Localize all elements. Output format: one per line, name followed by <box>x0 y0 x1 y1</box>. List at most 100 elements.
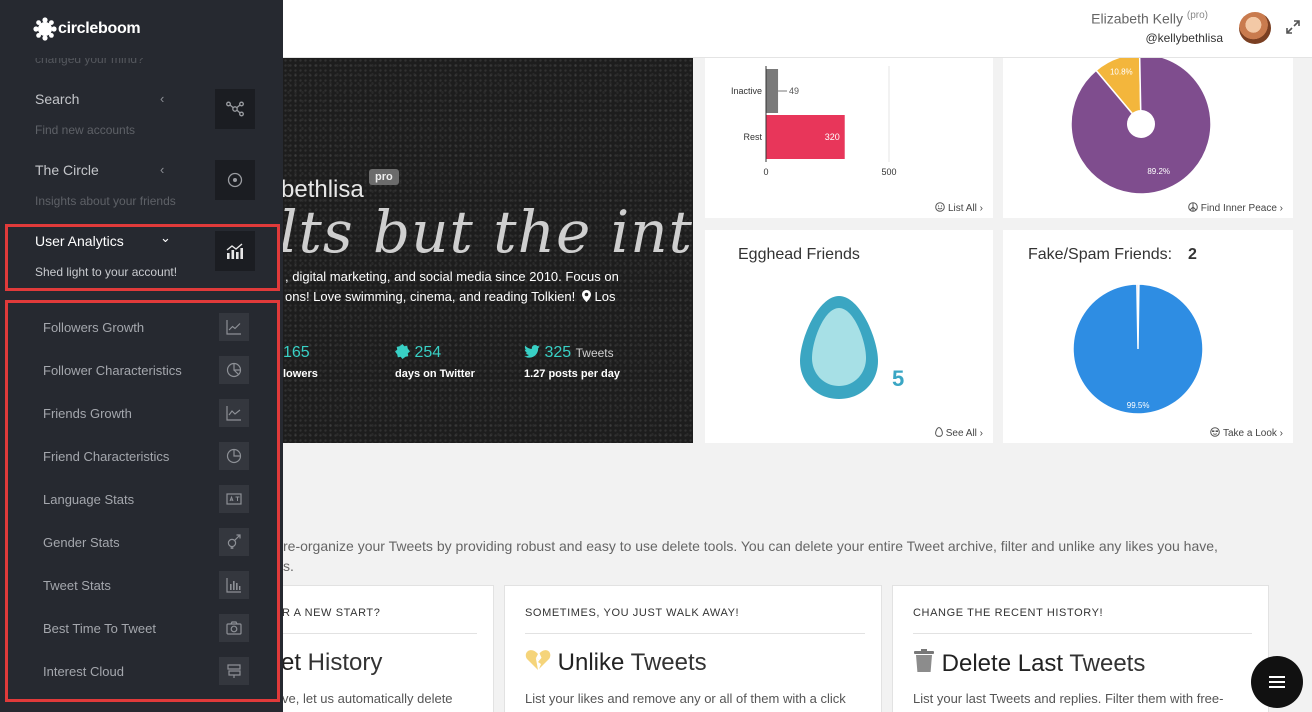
tool-desc: ve, let us automatically delete <box>283 691 453 706</box>
spam-slice-label: 99.5% <box>1127 401 1150 410</box>
egg-small-icon <box>935 427 943 437</box>
target-icon[interactable] <box>215 160 255 200</box>
tool-title-bold: Unlike <box>557 649 625 676</box>
days-count-row: 254 <box>395 344 475 362</box>
peace-slice-label: 10.8% <box>1110 68 1133 77</box>
trash-icon <box>914 649 934 672</box>
pie-center-hole <box>1127 110 1155 138</box>
expand-icon[interactable] <box>1286 20 1300 34</box>
sidebar: changed your mind? circleboom Search ‹ F… <box>0 0 283 712</box>
divider <box>525 633 865 634</box>
pro-tag: (pro) <box>1186 10 1208 21</box>
bar-value-label: 320 <box>825 132 840 142</box>
menu-search-title[interactable]: Search <box>35 91 79 107</box>
user-name-text[interactable]: Elizabeth Kelly <box>1091 11 1183 27</box>
tool-card-delete-history[interactable]: R A NEW START? et History ve, let us aut… <box>283 585 494 712</box>
broken-heart-icon <box>525 650 551 670</box>
tweets-count-row: 325 Tweets <box>524 344 620 362</box>
location-pin-icon <box>581 290 591 302</box>
tool-title-rest: Tweets <box>1063 650 1146 677</box>
menu-circle-subtitle: Insights about your friends <box>35 194 176 208</box>
take-a-look-label[interactable]: Take a Look <box>1223 428 1277 439</box>
tweets-count: 325 <box>544 344 572 361</box>
menu-search-subtitle: Find new accounts <box>35 123 136 137</box>
tools-description: re-organize your Tweets by providing rob… <box>283 536 1263 576</box>
tool-desc: List your likes and remove any or all of… <box>525 691 846 706</box>
spam-slice-1 <box>1072 283 1204 415</box>
avatar[interactable] <box>1239 12 1271 44</box>
menu-circle-title[interactable]: The Circle <box>35 162 99 178</box>
peace-icon <box>1188 202 1198 212</box>
tools-description-line-1: re-organize your Tweets by providing rob… <box>283 538 1218 554</box>
find-inner-peace-label[interactable]: Find Inner Peace <box>1201 203 1277 214</box>
egg-icon <box>800 296 878 399</box>
list-all-link[interactable]: List All › <box>935 202 983 214</box>
tool-title-rest: History <box>301 649 383 676</box>
find-inner-peace-link[interactable]: Find Inner Peace › <box>1188 202 1283 214</box>
face-icon <box>1210 427 1221 437</box>
circleboom-logo-icon[interactable] <box>33 17 57 41</box>
bar-category-label: Inactive <box>731 86 762 96</box>
tool-title-rest: Tweets <box>624 649 707 676</box>
banner-quote: lts but the inter <box>283 198 693 266</box>
stat-days: 254 days on Twitter <box>395 344 475 380</box>
tool-title: et History <box>283 649 382 677</box>
highlight-analytics-header <box>5 224 280 291</box>
see-all-link[interactable]: See All › <box>935 427 983 439</box>
hamburger-icon <box>1269 676 1285 688</box>
bar-category-label: Rest <box>743 132 762 142</box>
user-handle[interactable]: @kellybethlisa <box>1145 31 1223 45</box>
egghead-title: Egghead Friends <box>738 246 860 263</box>
tool-eyebrow: SOMETIMES, YOU JUST WALK AWAY! <box>525 607 740 619</box>
bio-line-1: , digital marketing, and social media si… <box>285 269 619 284</box>
inner-peace-pie-chart: 10.8% 89.2% <box>1070 58 1212 195</box>
bio-line-2: ons! Love swimming, cinema, and reading … <box>285 289 576 304</box>
divider <box>283 633 477 634</box>
bar-value-label: 49 <box>789 86 799 96</box>
divider <box>913 633 1252 634</box>
tools-description-line-2: s. <box>283 558 294 574</box>
fake-spam-pie-chart: 99.5% <box>1072 283 1204 415</box>
tool-eyebrow: R A NEW START? <box>283 607 381 619</box>
stat-followers: 165 lowers <box>283 344 318 380</box>
menu-fab-button[interactable] <box>1251 656 1303 708</box>
brand-bar: circleboom <box>0 0 283 58</box>
list-all-label[interactable]: List All <box>948 203 977 214</box>
highlight-analytics-submenu <box>5 300 280 702</box>
inactive-bar-chart: Inactive 49 Rest 320 0 500 <box>731 66 897 177</box>
days-count: 254 <box>414 344 442 361</box>
tool-card-unlike-tweets[interactable]: SOMETIMES, YOU JUST WALK AWAY! Unlike Tw… <box>504 585 882 712</box>
brand-name[interactable]: circleboom <box>58 20 141 38</box>
network-icon[interactable] <box>215 89 255 129</box>
take-a-look-link[interactable]: Take a Look › <box>1210 427 1283 439</box>
egghead-count: 5 <box>892 366 905 391</box>
pro-badge: pro <box>369 169 399 185</box>
inactive-friends-card: Inactive 49 Rest 320 0 500 List All › <box>705 58 993 218</box>
twitter-bird-icon <box>524 345 540 358</box>
user-name[interactable]: Elizabeth Kelly (pro) <box>1091 10 1208 27</box>
chevron-left-icon[interactable]: ‹ <box>160 91 164 106</box>
tool-card-delete-last-tweets[interactable]: CHANGE THE RECENT HISTORY! Delete Last T… <box>892 585 1269 712</box>
peace-slice-label: 89.2% <box>1147 167 1170 176</box>
see-all-label[interactable]: See All <box>946 428 977 439</box>
followers-label: lowers <box>283 368 318 380</box>
days-label: days on Twitter <box>395 368 475 380</box>
tool-title: Delete Last Tweets <box>913 649 1145 678</box>
bar-inactive <box>766 69 779 113</box>
banner-bio: , digital marketing, and social media si… <box>285 267 685 307</box>
tweets-unit: Tweets <box>575 346 614 360</box>
inner-peace-card: 10.8% 89.2% Find Inner Peace › <box>1003 58 1293 218</box>
stat-tweets: 325 Tweets 1.27 posts per day <box>524 344 620 380</box>
tool-title-bold: Delete Last <box>941 650 1064 677</box>
smile-icon <box>935 202 946 212</box>
tool-eyebrow: CHANGE THE RECENT HISTORY! <box>913 607 1104 619</box>
profile-banner: bethlisa pro lts but the inter , digital… <box>283 58 693 443</box>
tool-desc: List your last Tweets and replies. Filte… <box>913 691 1224 706</box>
x-tick-label: 0 <box>763 167 768 177</box>
fake-spam-friends-card: Fake/Spam Friends: 2 99.5% Take a Look › <box>1003 230 1293 443</box>
chevron-left-icon[interactable]: ‹ <box>160 162 164 177</box>
egghead-friends-card: Egghead Friends 5 See All › <box>705 230 993 443</box>
tool-title: Unlike Tweets <box>525 649 707 677</box>
followers-count: 165 <box>283 344 310 361</box>
tool-title-bold: et <box>283 649 302 676</box>
